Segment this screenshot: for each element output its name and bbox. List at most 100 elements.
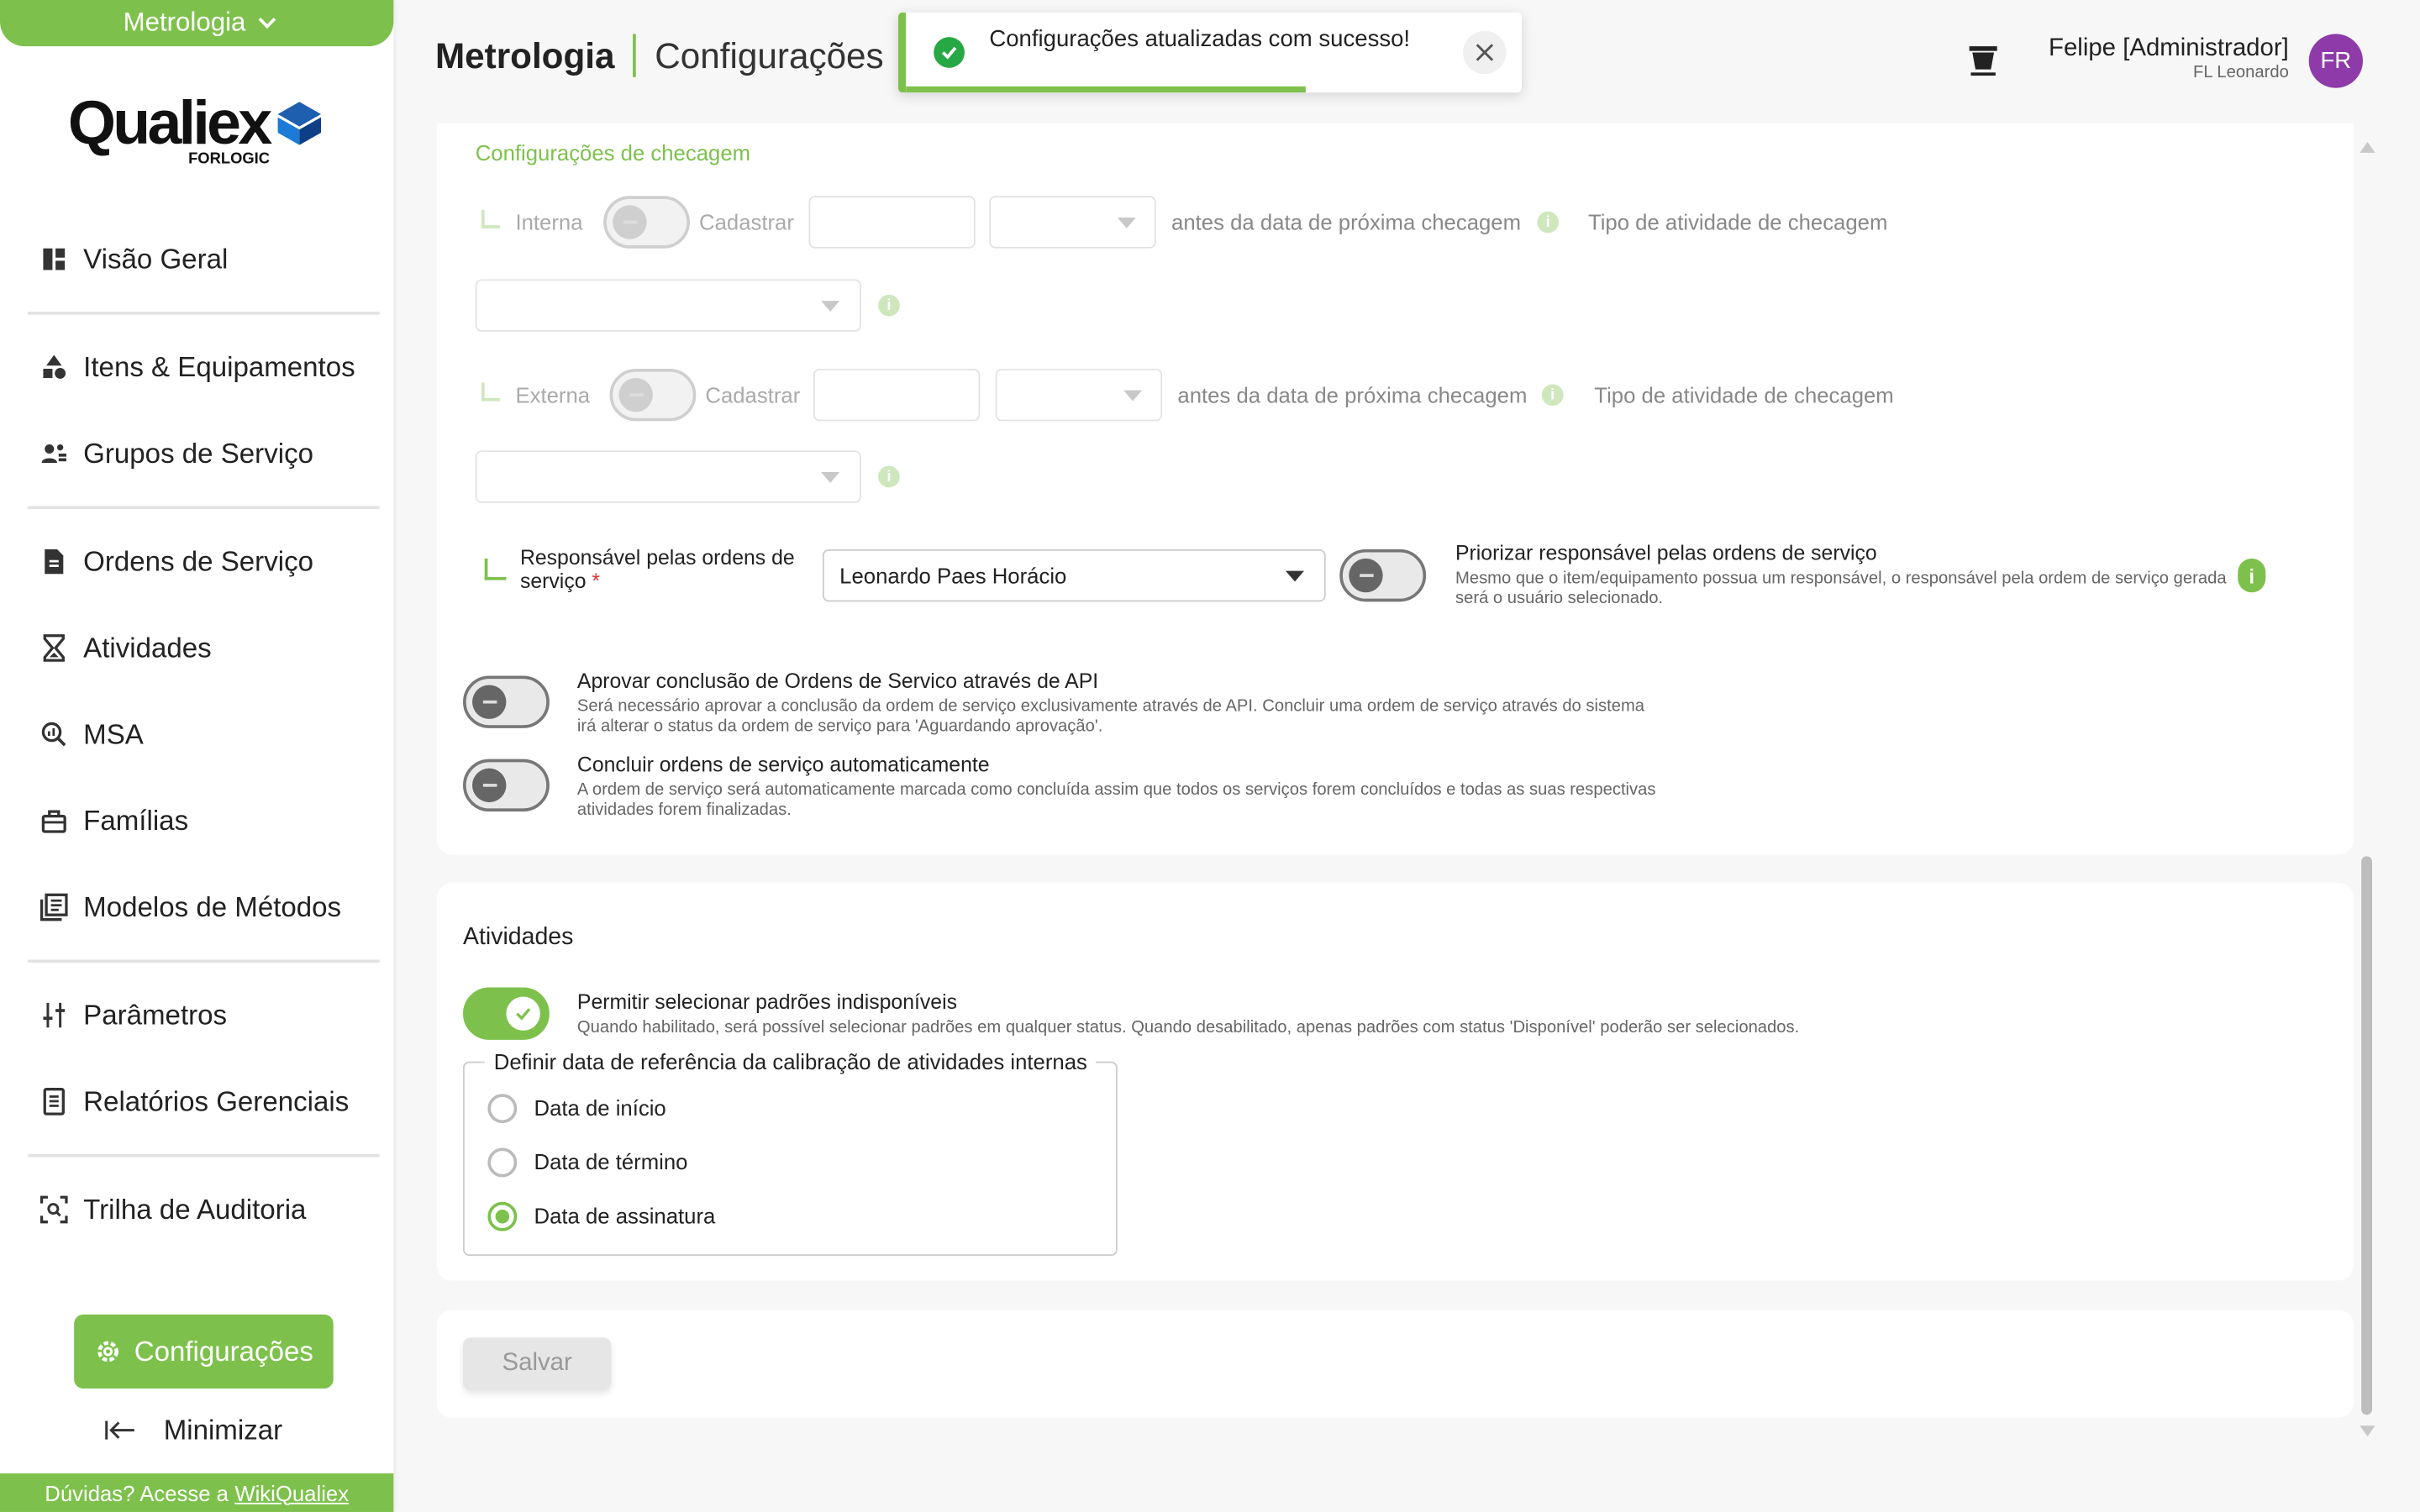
hourglass-icon [43, 634, 65, 662]
sub-arrow-icon [481, 382, 501, 402]
sidebar-item-parametros[interactable]: Parâmetros [28, 972, 380, 1058]
sidebar-item-modelos-metodos[interactable]: Modelos de Métodos [28, 864, 380, 951]
qualiex-logo[interactable]: Qualiex FORLOGIC [68, 92, 330, 173]
responsavel-value: Leonardo Paes Horácio [839, 563, 1067, 588]
sliders-icon [43, 1002, 66, 1028]
sidebar-item-label: Visão Geral [83, 243, 229, 275]
chevron-down-icon [1285, 570, 1305, 582]
interna-cadastrar-label: Cadastrar [699, 209, 794, 235]
shapes-icon [43, 354, 66, 379]
aprovar-api-toggle[interactable] [463, 675, 550, 728]
company-name: FL Leonardo [2192, 63, 2289, 82]
collapse-left-icon [105, 1420, 134, 1440]
toast-message: Configurações atualizadas com sucesso! [989, 26, 1411, 53]
concluir-auto-toggle[interactable] [463, 759, 550, 812]
info-icon[interactable]: i [1541, 384, 1564, 407]
page-title: Metrologia Configurações [435, 34, 884, 77]
sidebar-item-relatorios[interactable]: Relatórios Gerenciais [28, 1058, 380, 1145]
close-icon [1476, 44, 1494, 61]
sidebar-item-label: Grupos de Serviço [83, 437, 313, 469]
interna-before-label: antes da data de próxima checagem [1171, 209, 1522, 235]
section-title-checagem: Configurações de checagem [475, 140, 751, 165]
interna-toggle[interactable] [603, 196, 691, 249]
sidebar-item-msa[interactable]: MSA [28, 691, 380, 778]
help-text: Dúvidas? Acesse a [45, 1480, 229, 1505]
externa-activity-type-select[interactable] [475, 450, 861, 503]
sidebar-item-grupos-servico[interactable]: Grupos de Serviço [28, 411, 380, 497]
logo-sub: FORLOGIC [188, 150, 271, 169]
sidebar-item-visao-geral[interactable]: Visão Geral [28, 216, 380, 302]
wiki-link[interactable]: WikiQualiex [234, 1480, 349, 1504]
priorizar-toggle[interactable] [1339, 549, 1427, 602]
gear-icon [97, 1341, 118, 1362]
chevron-down-icon [821, 472, 840, 483]
info-icon[interactable]: i [878, 294, 900, 317]
sidebar-item-ordens-servico[interactable]: Ordens de Serviço [28, 518, 380, 605]
responsavel-label: Responsável pelas ordens de serviço * [520, 546, 810, 592]
audit-scan-icon [39, 1195, 68, 1224]
interna-label: Interna [515, 209, 583, 235]
radio-label-inicio: Data de início [534, 1095, 666, 1121]
sub-arrow-icon [481, 209, 501, 228]
info-icon[interactable]: i [2238, 558, 2266, 593]
scrollbar-thumb[interactable] [2361, 856, 2373, 1415]
info-icon[interactable]: i [1537, 211, 1560, 234]
info-icon[interactable]: i [878, 465, 900, 488]
radio-label-termino: Data de término [534, 1149, 688, 1174]
required-mark: * [592, 569, 601, 593]
chevron-down-icon [821, 301, 840, 312]
sidebar-item-label: Modelos de Métodos [83, 890, 342, 922]
scroll-up-icon[interactable] [2360, 141, 2375, 153]
sub-arrow-icon [484, 558, 507, 580]
permitir-indisponiveis-toggle[interactable] [463, 987, 550, 1040]
sidebar-item-label: Famílias [83, 804, 189, 836]
minimize-label: Minimizar [163, 1414, 283, 1446]
title-page: Configurações [655, 34, 884, 76]
concluir-auto-title: Concluir ordens de serviço automaticamen… [576, 753, 990, 776]
externa-toggle[interactable] [609, 368, 697, 422]
responsavel-select[interactable]: Leonardo Paes Horácio [822, 549, 1326, 602]
user-name: Felipe [Administrador] [2048, 35, 2289, 62]
module-selector-label: Metrologia [123, 8, 246, 38]
permitir-title: Permitir selecionar padrões indisponívei… [576, 990, 957, 1014]
concluir-auto-desc: A ordem de serviço será automaticamente … [576, 780, 1656, 820]
interna-activity-type-select[interactable] [475, 279, 861, 332]
radio-data-inicio[interactable] [487, 1094, 518, 1124]
check-circle-icon [934, 37, 965, 68]
toast-close-button[interactable] [1463, 30, 1507, 75]
sidebar-item-trilha-auditoria[interactable]: Trilha de Auditoria [28, 1167, 380, 1253]
sidebar-item-label: Ordens de Serviço [83, 545, 313, 577]
save-button[interactable]: Salvar [463, 1337, 612, 1390]
dashboard-icon [43, 248, 66, 270]
module-selector[interactable]: Metrologia [0, 0, 394, 47]
avatar[interactable]: FR [2308, 34, 2363, 88]
minimize-button[interactable]: Minimizar [105, 1407, 282, 1453]
radio-label-assinatura: Data de assinatura [534, 1203, 716, 1229]
radio-data-assinatura[interactable] [487, 1201, 518, 1231]
externa-label: Externa [515, 382, 591, 407]
scroll-down-icon[interactable] [2360, 1425, 2375, 1436]
reference-date-legend: Definir data de referência da calibração… [484, 1048, 1097, 1074]
chevron-down-icon [258, 11, 276, 29]
externa-days-input[interactable] [813, 368, 981, 422]
externa-before-label: antes da data de próxima checagem [1177, 382, 1528, 407]
chevron-down-icon [1117, 217, 1136, 228]
externa-activity-type-label: Tipo de atividade de checagem [1594, 382, 1894, 407]
responsavel-label-text: Responsável pelas ordens de serviço [519, 546, 795, 593]
coffee-cup-icon[interactable] [1966, 43, 2000, 76]
library-icon [39, 893, 68, 921]
sidebar-item-label: Atividades [83, 632, 212, 663]
sidebar-item-label: Itens & Equipamentos [83, 350, 355, 382]
permitir-desc: Quando habilitado, será possível selecio… [576, 1018, 1800, 1037]
interna-days-input[interactable] [808, 196, 976, 249]
report-icon [43, 1088, 65, 1116]
sidebar-item-familias[interactable]: Famílias [28, 778, 380, 864]
actions-card [436, 1310, 2354, 1418]
sidebar-item-atividades[interactable]: Atividades [28, 605, 380, 691]
configuracoes-button[interactable]: Configurações [74, 1314, 334, 1389]
user-info[interactable]: Felipe [Administrador] FL Leonardo [2049, 35, 2289, 81]
check-icon [516, 1008, 531, 1021]
radio-data-termino[interactable] [487, 1147, 518, 1178]
sidebar-item-itens-equipamentos[interactable]: Itens & Equipamentos [28, 324, 380, 411]
nav-divider [28, 1153, 380, 1158]
